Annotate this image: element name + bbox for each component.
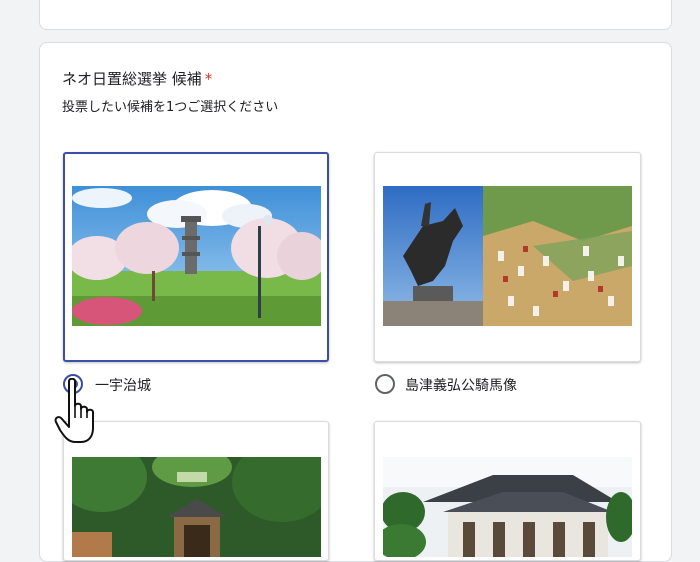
required-asterisk: * bbox=[204, 70, 213, 88]
hand-pointer-cursor-icon bbox=[54, 378, 94, 443]
option-image-ichiuji-castle[interactable] bbox=[72, 186, 321, 326]
option-image-hall[interactable] bbox=[383, 457, 632, 557]
option-label-shimazu-statue[interactable]: 島津義弘公騎馬像 bbox=[405, 375, 517, 395]
question-description: 投票したい候補を1つご選択ください bbox=[62, 100, 279, 115]
question-title: ネオ日置総選挙 候補 * bbox=[62, 68, 212, 89]
option-image-shimazu-statue[interactable] bbox=[383, 186, 632, 326]
question-title-text: ネオ日置総選挙 候補 bbox=[62, 70, 202, 88]
option-radio-shimazu-statue[interactable] bbox=[375, 374, 395, 394]
previous-question-card bbox=[39, 0, 672, 30]
option-image-shrine[interactable] bbox=[72, 457, 321, 557]
